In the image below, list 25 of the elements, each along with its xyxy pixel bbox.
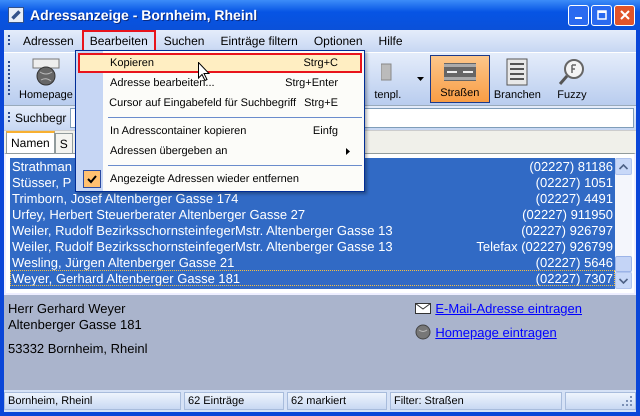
phone-text: (02227) 4491: [536, 190, 613, 206]
address-text: Urfey, Herbert Steuerberater Altenberger Gasse 27: [12, 206, 306, 222]
address-text: Stüsser, P: [12, 174, 72, 190]
address-line: Herr Gerhard Weyer: [8, 301, 127, 317]
address-text: Weyer, Gerhard Altenberger Gasse 181: [12, 270, 240, 286]
address-text: Wesling, Jürgen Altenberger Gasse 21: [12, 254, 234, 270]
phone-text: (02227) 7307: [536, 270, 613, 286]
phone-text: (02227) 926797: [521, 222, 613, 238]
address-text: Weiler, Rudolf BezirksschornsteinfegerMstr. Altenberger Gasse 13: [12, 238, 393, 254]
status-panel: 62 Einträge: [184, 392, 284, 410]
phone-text: (02227) 81186: [529, 158, 613, 174]
window-title: Adressanzeige - Bornheim, Rheinl: [30, 7, 258, 23]
phone-text: Telefax (02227) 926799: [476, 238, 613, 254]
address-text: Strathman: [12, 158, 72, 174]
address-text: Trimborn, Josef Altenberger Gasse 174: [12, 190, 238, 206]
city-line: 53332 Bornheim, Rheinl: [8, 341, 148, 357]
phone-text: (02227) 1051: [536, 174, 613, 190]
address-line: Altenberger Gasse 181: [8, 317, 143, 333]
search-label: Suchbegr: [15, 111, 66, 125]
status-panel: Bornheim, Rheinl: [4, 392, 181, 410]
status-panel: 62 markiert: [287, 392, 387, 410]
phone-text: (02227) 911950: [522, 206, 613, 222]
phone-text: (02227) 5646: [536, 254, 613, 270]
address-text: Weiler, Rudolf BezirksschornsteinfegerMstr. Altenberger Gasse 13: [12, 222, 393, 238]
status-panel: Filter: Straßen: [390, 392, 562, 410]
